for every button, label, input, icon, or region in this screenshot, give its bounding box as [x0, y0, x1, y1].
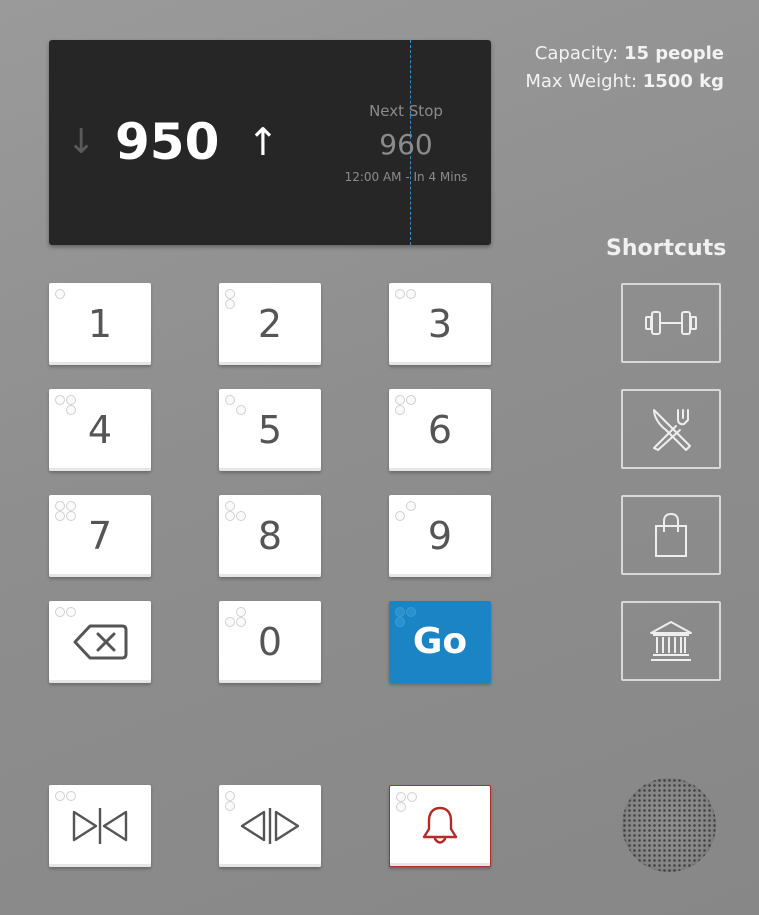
braille-dots	[55, 501, 79, 523]
key-0[interactable]: 0	[219, 601, 321, 683]
next-stop-floor: 960	[379, 128, 433, 161]
speaker-grille	[622, 778, 716, 872]
key-6[interactable]: 6	[389, 389, 491, 471]
key-label: 2	[257, 302, 283, 346]
next-stop-time: 12:00 AM - In 4 Mins	[344, 170, 468, 184]
max-weight-info: Max Weight: 1500 kg	[525, 68, 724, 96]
capacity-label: Capacity:	[534, 43, 619, 64]
key-label: 9	[427, 514, 453, 558]
capacity-info: Capacity: 15 people	[535, 40, 724, 68]
current-floor: 950	[115, 113, 220, 171]
key-9[interactable]: 9	[389, 495, 491, 577]
up-arrow-icon: ↑	[247, 120, 279, 164]
braille-dots	[395, 289, 419, 311]
braille-dots	[225, 289, 249, 311]
braille-dots	[395, 395, 419, 417]
shortcut-gym[interactable]	[621, 283, 721, 363]
braille-dots	[225, 607, 249, 629]
key-2[interactable]: 2	[219, 283, 321, 365]
key-8[interactable]: 8	[219, 495, 321, 577]
shopping-bag-icon	[655, 512, 687, 557]
key-label: 1	[87, 302, 113, 346]
open-doors-button[interactable]	[219, 785, 321, 867]
key-4[interactable]: 4	[49, 389, 151, 471]
shortcut-restaurant[interactable]	[621, 389, 721, 469]
braille-dots	[55, 395, 79, 417]
close-doors-button[interactable]	[49, 785, 151, 867]
go-button[interactable]: Go	[389, 601, 491, 683]
floor-display: ↓ 950 ↑ Next Stop 960 12:00 AM - In 4 Mi…	[49, 40, 491, 245]
key-1[interactable]: 1	[49, 283, 151, 365]
capacity-value: 15 people	[623, 43, 724, 64]
braille-dots	[395, 501, 419, 523]
key-label: 5	[257, 408, 283, 452]
key-label: 7	[87, 514, 113, 558]
bank-icon	[650, 621, 692, 661]
max-weight-label: Max Weight:	[525, 71, 638, 92]
key-label: 3	[427, 302, 453, 346]
key-5[interactable]: 5	[219, 389, 321, 471]
braille-dots	[225, 395, 249, 417]
open-doors-icon	[240, 808, 300, 844]
max-weight-value: 1500 kg	[642, 71, 724, 92]
backspace-button[interactable]	[49, 601, 151, 683]
alarm-bell-icon	[422, 806, 458, 844]
braille-dots	[396, 792, 420, 814]
braille-dots	[225, 501, 249, 523]
key-3[interactable]: 3	[389, 283, 491, 365]
braille-dots	[55, 289, 79, 311]
alarm-button[interactable]	[389, 785, 491, 867]
next-stop-label: Next Stop	[369, 102, 443, 120]
key-label: 6	[427, 408, 453, 452]
key-label: 4	[87, 408, 113, 452]
down-arrow-icon: ↓	[67, 122, 96, 162]
backspace-icon	[73, 624, 128, 660]
key-label: 8	[257, 514, 283, 558]
key-label: 0	[257, 620, 283, 664]
shortcut-bank[interactable]	[621, 601, 721, 681]
go-label: Go	[412, 621, 468, 662]
shortcuts-title: Shortcuts	[606, 236, 727, 261]
close-doors-icon	[72, 808, 128, 844]
restaurant-icon	[653, 409, 691, 451]
braille-dots	[395, 607, 419, 629]
key-7[interactable]: 7	[49, 495, 151, 577]
shortcut-shopping[interactable]	[621, 495, 721, 575]
gym-icon	[645, 311, 697, 335]
